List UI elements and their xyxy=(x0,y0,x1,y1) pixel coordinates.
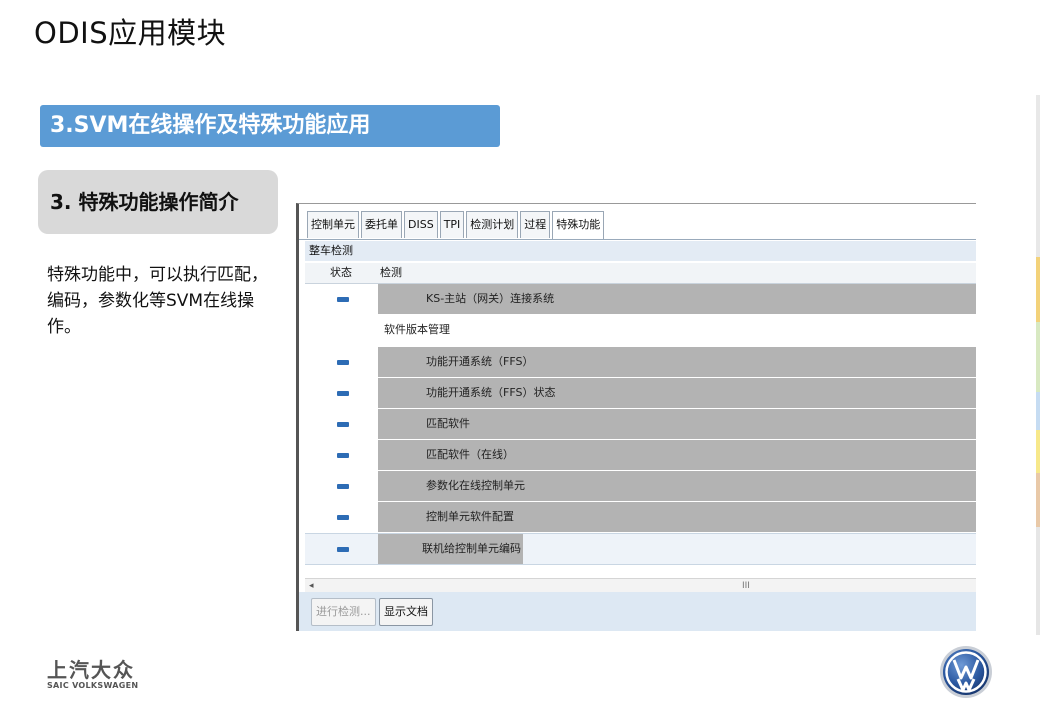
row-label: 匹配软件（在线） xyxy=(378,440,976,470)
table-row[interactable]: 功能开通系统（FFS） xyxy=(305,347,976,377)
column-header-status[interactable]: 状态 xyxy=(330,263,352,283)
status-cell xyxy=(305,471,375,501)
status-cell xyxy=(305,502,375,532)
status-indicator-icon xyxy=(337,391,349,396)
tab-bar: 控制单元 委托单 DISS TPI 检测计划 过程 特殊功能 xyxy=(307,211,607,240)
tab-special-functions[interactable]: 特殊功能 xyxy=(552,211,605,240)
row-label: 参数化在线控制单元 xyxy=(378,471,976,501)
table-row[interactable]: KS-主站（网关）连接系统 xyxy=(305,284,976,314)
table-row[interactable]: 参数化在线控制单元 xyxy=(305,471,976,501)
status-cell xyxy=(305,378,375,408)
section-label: 软件版本管理 xyxy=(378,315,976,345)
subheading-box: 3. 特殊功能操作简介 xyxy=(38,170,278,234)
run-check-button[interactable]: 进行检测... xyxy=(311,598,376,626)
scroll-grip-icon[interactable]: III xyxy=(742,579,750,593)
status-indicator-icon xyxy=(337,484,349,489)
status-cell xyxy=(305,284,375,314)
vw-logo-icon xyxy=(940,646,992,698)
row-label: 功能开通系统（FFS） xyxy=(378,347,976,377)
row-label-cell: 联机给控制单元编码 xyxy=(378,534,976,564)
saic-volkswagen-logo: 上汽大众 SAIC VOLKSWAGEN xyxy=(47,654,138,690)
tab-control-unit[interactable]: 控制单元 xyxy=(307,211,359,238)
row-label: 匹配软件 xyxy=(378,409,976,439)
table-row[interactable]: 匹配软件（在线） xyxy=(305,440,976,470)
tab-tpi[interactable]: TPI xyxy=(439,211,465,238)
tab-process[interactable]: 过程 xyxy=(520,211,551,238)
tab-test-plan[interactable]: 检测计划 xyxy=(466,211,519,238)
table-row-selected[interactable]: 联机给控制单元编码 xyxy=(305,533,976,565)
status-indicator-icon xyxy=(337,547,349,552)
status-cell xyxy=(305,534,375,564)
odis-window-screenshot: 控制单元 委托单 DISS TPI 检测计划 过程 特殊功能 整车检测 状态 检… xyxy=(296,203,976,631)
status-cell xyxy=(305,440,375,470)
row-label: 控制单元软件配置 xyxy=(378,502,976,532)
status-indicator-icon xyxy=(337,453,349,458)
description-text: 特殊功能中，可以执行匹配，编码，参数化等SVM在线操作。 xyxy=(47,265,268,337)
row-label: 功能开通系统（FFS）状态 xyxy=(378,378,976,408)
brand-name-en: SAIC VOLKSWAGEN xyxy=(47,681,139,690)
table-row[interactable]: 功能开通系统（FFS）状态 xyxy=(305,378,976,408)
scroll-left-arrow-icon[interactable]: ◂ xyxy=(309,579,314,593)
bottom-button-bar: 进行检测... 显示文档 xyxy=(299,592,976,631)
status-indicator-icon xyxy=(337,360,349,365)
status-cell xyxy=(305,347,375,377)
column-header-row: 状态 检测 xyxy=(305,263,976,284)
status-indicator-icon xyxy=(337,422,349,427)
table-section-row[interactable]: 软件版本管理 xyxy=(305,315,976,345)
tab-order[interactable]: 委托单 xyxy=(361,211,402,238)
row-label: KS-主站（网关）连接系统 xyxy=(378,284,976,314)
tab-diss[interactable]: DISS xyxy=(404,211,438,238)
row-label: 联机给控制单元编码 xyxy=(378,534,523,564)
group-header[interactable]: 整车检测 xyxy=(305,241,976,261)
section-banner: 3.SVM在线操作及特殊功能应用 xyxy=(40,105,500,147)
status-indicator-icon xyxy=(337,297,349,302)
tab-divider xyxy=(299,239,976,240)
column-header-check[interactable]: 检测 xyxy=(380,263,402,283)
brand-name-cn: 上汽大众 xyxy=(47,658,135,682)
status-indicator-icon xyxy=(337,515,349,520)
edge-color-strip xyxy=(1036,95,1040,635)
table-row[interactable]: 控制单元软件配置 xyxy=(305,502,976,532)
page-title: ODIS应用模块 xyxy=(34,16,227,50)
table-row[interactable]: 匹配软件 xyxy=(305,409,976,439)
status-cell xyxy=(305,409,375,439)
show-document-button[interactable]: 显示文档 xyxy=(379,598,433,626)
